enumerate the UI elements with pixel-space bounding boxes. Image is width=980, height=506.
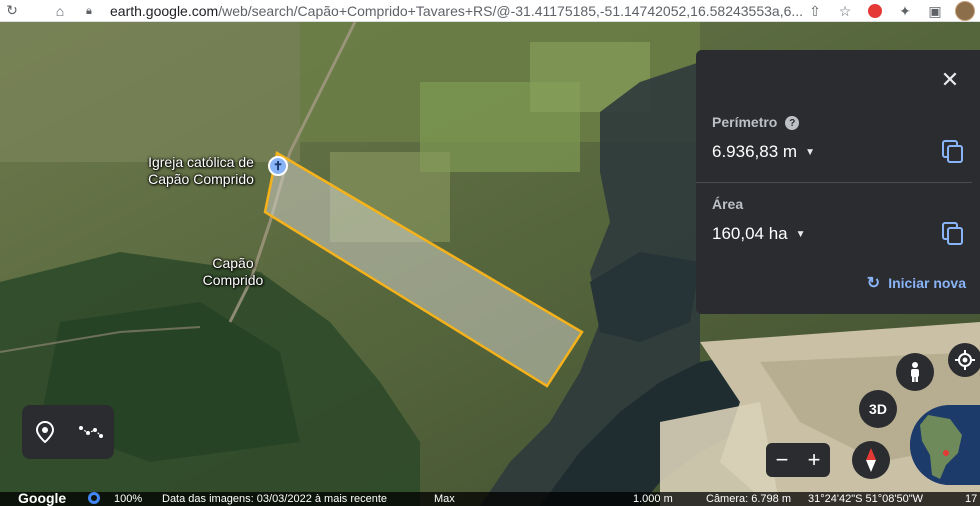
perimeter-value-text: 6.936,83 m bbox=[712, 142, 798, 161]
measure-panel: ✕ Perímetro? 6.936,83 m ▼ Área 160,04 ha ▼… bbox=[696, 50, 980, 314]
perimeter-label: Perímetro? bbox=[712, 114, 800, 131]
browser-actions: ⇧ ☆ ✦ ▣ bbox=[800, 0, 980, 22]
area-value-text: 160,04 ha bbox=[712, 224, 788, 243]
compass-icon bbox=[866, 448, 876, 472]
zoom-in-button[interactable]: + bbox=[808, 447, 821, 473]
place-label-line2: Comprido bbox=[202, 272, 264, 288]
chevron-down-icon: ▼ bbox=[795, 228, 806, 240]
church-label-line2: Capão Comprido bbox=[148, 171, 254, 187]
draw-path-button[interactable] bbox=[71, 412, 111, 452]
place-label[interactable]: Capão Comprido bbox=[186, 255, 280, 289]
crosshair-icon bbox=[955, 350, 975, 370]
avatar[interactable] bbox=[950, 1, 980, 21]
star-icon[interactable]: ☆ bbox=[830, 3, 860, 20]
zoom-out-button[interactable]: − bbox=[776, 447, 789, 473]
camera-altitude: Câmera: 6.798 m bbox=[706, 493, 791, 505]
lock-icon: 🔒︎ bbox=[86, 4, 92, 17]
chevron-down-icon: ▼ bbox=[805, 146, 815, 158]
satellite-map[interactable]: ✝ Igreja católica de Capão Comprido Capã… bbox=[0, 22, 980, 506]
restart-label: Iniciar nova bbox=[888, 275, 966, 291]
status-bar: Google 100% Data das imagens: 03/03/2022… bbox=[0, 490, 980, 506]
perimeter-value[interactable]: 6.936,83 m ▼ bbox=[712, 142, 815, 162]
url-host: earth.google.com bbox=[110, 3, 219, 19]
home-icon[interactable]: ⌂ bbox=[48, 0, 72, 22]
sidebar-icon[interactable]: ▣ bbox=[920, 3, 950, 20]
help-icon[interactable]: ? bbox=[785, 116, 800, 131]
area-label: Área bbox=[712, 196, 744, 212]
compass-button[interactable] bbox=[852, 441, 890, 479]
path-icon bbox=[79, 426, 103, 438]
church-label-line1: Igreja católica de bbox=[148, 154, 254, 170]
puzzle-icon[interactable]: ✦ bbox=[890, 3, 920, 20]
google-logo: Google bbox=[18, 490, 67, 506]
extension-opera-icon[interactable] bbox=[860, 4, 890, 18]
address-bar[interactable]: 🔒︎ earth.google.com/web/search/Capão+Com… bbox=[86, 0, 846, 22]
restart-button[interactable]: ↻ Iniciar nova bbox=[867, 273, 966, 293]
imagery-date[interactable]: Data das imagens: 03/03/2022 à mais rece… bbox=[162, 493, 387, 505]
url-path: /web/search/Capão+Comprido+Tavares+RS/@-… bbox=[218, 3, 804, 19]
loading-indicator bbox=[88, 492, 100, 506]
load-percent: 100% bbox=[114, 493, 143, 505]
restart-icon: ↻ bbox=[866, 275, 881, 292]
browser-toolbar: ↻ ⌂ 🔒︎ earth.google.com/web/search/Capão… bbox=[0, 0, 980, 22]
pegman-icon bbox=[911, 362, 919, 382]
perimeter-label-text: Perímetro bbox=[712, 114, 778, 130]
copy-icon[interactable] bbox=[942, 222, 964, 246]
close-icon[interactable]: ✕ bbox=[938, 67, 962, 92]
church-label[interactable]: Igreja católica de Capão Comprido bbox=[128, 154, 274, 188]
place-marker-button[interactable] bbox=[25, 412, 65, 452]
coordinates[interactable]: 31°24'42"S 51°08'50"W bbox=[808, 493, 923, 505]
street-view-button[interactable] bbox=[896, 353, 934, 391]
scale-label[interactable]: 1.000 m bbox=[633, 493, 673, 505]
globe-minimap[interactable] bbox=[910, 405, 980, 485]
copy-icon[interactable] bbox=[942, 140, 964, 164]
globe-icon bbox=[910, 405, 980, 485]
max-label: Max bbox=[434, 493, 455, 505]
panel-divider bbox=[696, 182, 972, 183]
place-label-line1: Capão bbox=[212, 255, 254, 271]
measure-tools bbox=[22, 405, 114, 459]
pin-icon bbox=[36, 421, 54, 443]
reload-icon[interactable]: ↻ bbox=[0, 0, 24, 22]
status-trailing: 17 bbox=[965, 493, 978, 505]
zoom-controls: − + bbox=[766, 443, 830, 477]
share-icon[interactable]: ⇧ bbox=[800, 3, 830, 20]
my-location-button[interactable] bbox=[948, 343, 980, 377]
view-3d-button[interactable]: 3D bbox=[859, 390, 897, 428]
area-value[interactable]: 160,04 ha ▼ bbox=[712, 224, 806, 244]
